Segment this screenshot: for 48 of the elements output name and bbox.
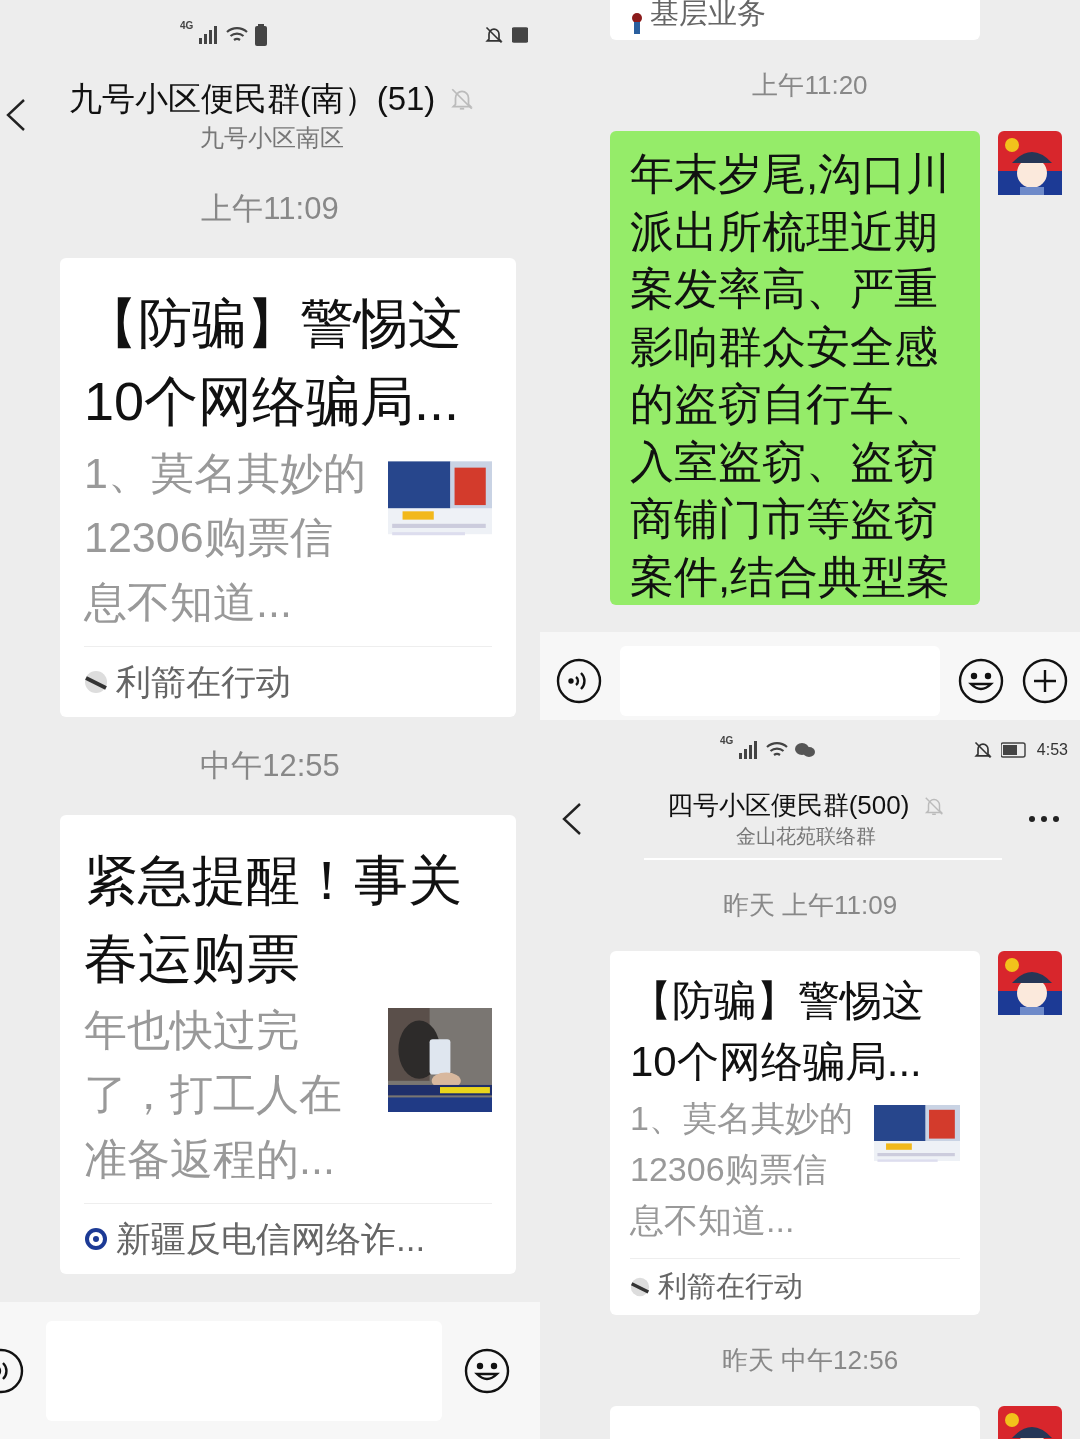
plus-button[interactable] xyxy=(1022,658,1068,704)
card-source: 利箭在行动 xyxy=(658,1268,803,1304)
status-time: 4:53 xyxy=(1036,741,1068,759)
card-source: 利箭在行动 xyxy=(116,660,291,703)
message-time: 昨天 上午11:09 xyxy=(722,889,898,922)
voice-button[interactable] xyxy=(556,658,602,704)
bell-off-icon xyxy=(484,25,504,45)
card-title: 【防骗】警惕这10个网络骗局... xyxy=(630,976,925,1087)
source-logo-icon xyxy=(84,670,108,695)
source-logo-icon xyxy=(84,1227,108,1252)
source-logo-icon xyxy=(630,12,644,34)
card-description: 1、莫名其妙的12306购票信息不知道... xyxy=(630,1097,854,1241)
card-title: 紧急提醒！事关春运购票 xyxy=(84,849,463,991)
battery-icon xyxy=(512,27,528,43)
bell-off-icon xyxy=(972,740,993,760)
emoji-button[interactable] xyxy=(464,1347,510,1394)
link-card[interactable]: 紧急提醒！事关春运购票 年也快过完了，打工人在准备返程的... 新疆反电信网络诈... xyxy=(60,815,516,1275)
emoji-button[interactable] xyxy=(958,658,1004,704)
battery-icon xyxy=(255,24,268,46)
card-description: 1、莫名其妙的12306购票信息不知道... xyxy=(84,447,367,628)
message-time: 中午12:55 xyxy=(200,747,340,786)
chat-title: 四号小区便民群(500) xyxy=(666,789,910,822)
avatar[interactable] xyxy=(998,951,1062,1015)
link-card[interactable]: 【防骗】警惕这10个网络骗局... 1、莫名其妙的12306购票信息不知道... 利箭在行动 xyxy=(60,258,516,718)
message-time: 昨天 中午12:56 xyxy=(721,1343,899,1377)
message-bubble: 年末岁尾,沟口川派出所梳理近期案发率高、严重影响群众安全感的盗窃自行车、入室盗窃、盗窃商铺门市等盗窃案件,结合典型案 xyxy=(610,131,980,605)
card-source: 基层业务 xyxy=(650,0,766,31)
card-title: 【防骗】警惕这10个网络骗局... xyxy=(84,292,463,434)
chat-title: 九号小区便民群(南）(51) xyxy=(68,78,436,119)
avatar[interactable] xyxy=(998,131,1062,195)
signal-icon xyxy=(199,24,220,46)
card-source: 新疆反电信网络诈... xyxy=(116,1217,426,1260)
network-type: 4G xyxy=(180,20,194,31)
avatar[interactable] xyxy=(998,1405,1062,1439)
link-card[interactable]: 基层业务 xyxy=(610,0,980,40)
muted-bell-icon xyxy=(923,794,946,817)
signal-icon xyxy=(739,739,760,761)
card-description: 年也快过完了，打工人在准备返程的... xyxy=(84,1004,343,1185)
battery-icon xyxy=(1000,742,1029,758)
more-button[interactable] xyxy=(1028,815,1060,823)
message-time: 上午11:20 xyxy=(752,69,868,102)
source-logo-icon xyxy=(630,1276,650,1297)
network-type: 4G xyxy=(720,735,734,746)
link-card[interactable]: 【防骗】警惕这10个网络骗局... 1、莫名其妙的12306购票信息不知道... 利箭在行动 xyxy=(610,951,980,1315)
chat-subtitle: 金山花苑联络群 xyxy=(736,824,876,849)
chat-bubbles-icon xyxy=(795,742,816,758)
chat-subtitle: 九号小区南区 xyxy=(200,122,344,153)
message-time: 上午11:09 xyxy=(201,190,339,228)
